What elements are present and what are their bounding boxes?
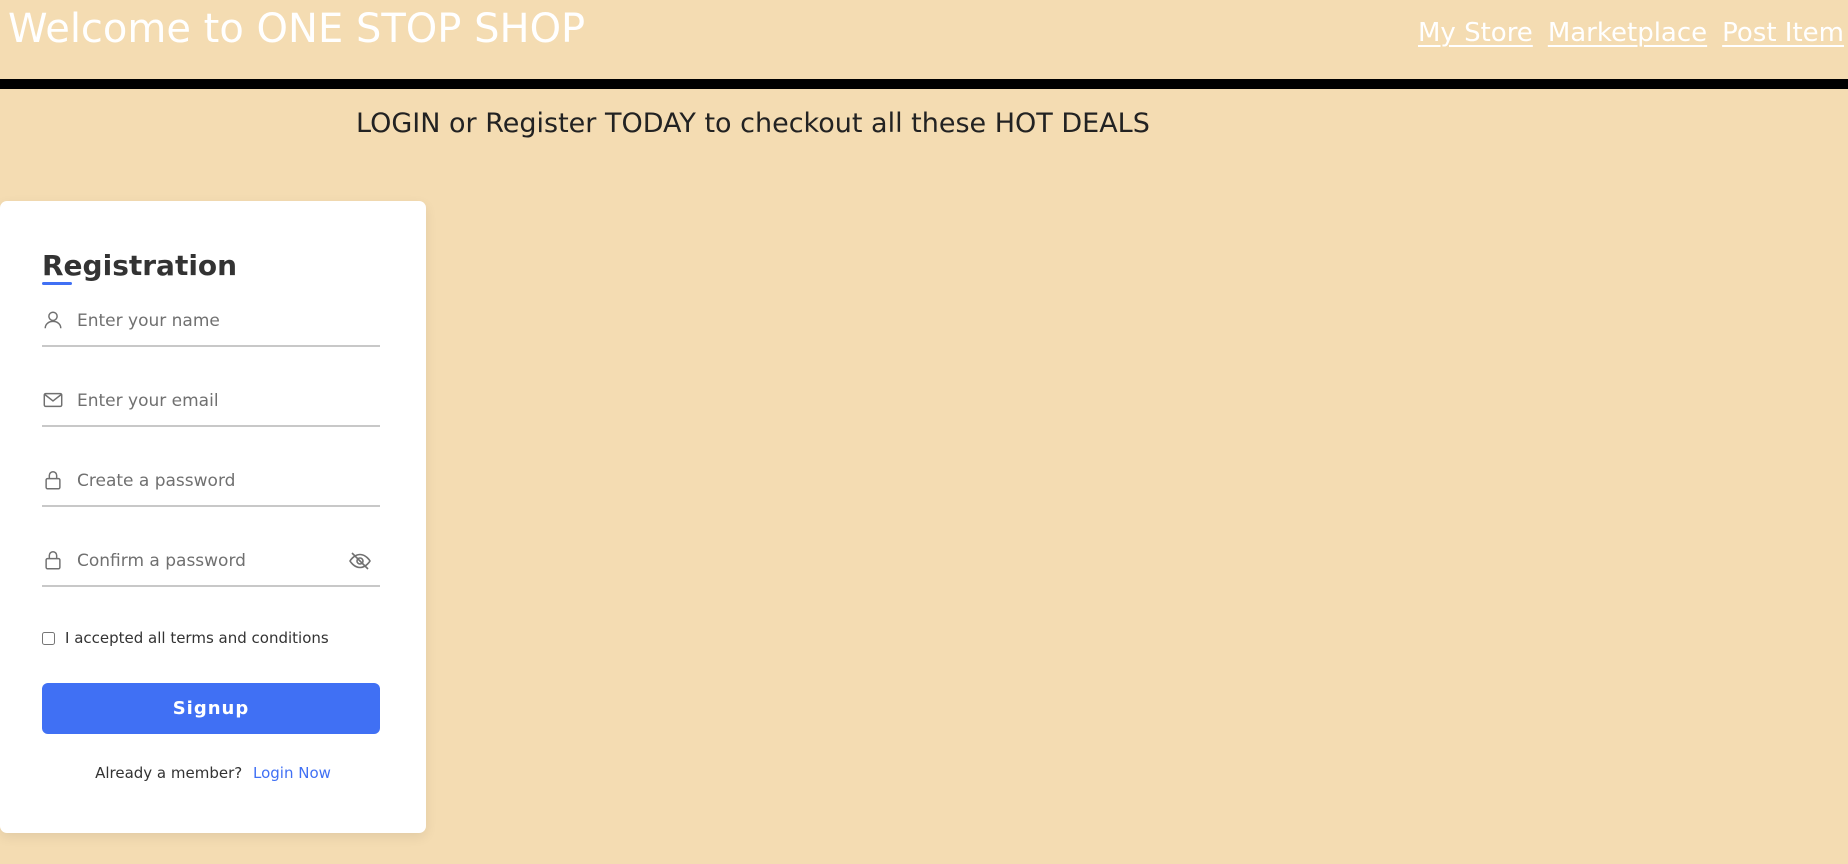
email-input[interactable] (77, 385, 337, 417)
promo-heading: LOGIN or Register TODAY to checkout all … (356, 108, 1150, 139)
nav-link-marketplace[interactable]: Marketplace (1548, 18, 1707, 48)
terms-label: I accepted all terms and conditions (65, 629, 329, 647)
nav-link-my-store[interactable]: My Store (1418, 18, 1533, 48)
password-input[interactable] (77, 465, 337, 497)
login-prompt: Already a member? Login Now (0, 764, 426, 782)
registration-title: Registration (42, 249, 238, 282)
user-icon (44, 311, 62, 329)
registration-card: Registration Enter your name Enter your … (0, 201, 426, 833)
lock-icon (45, 471, 61, 490)
signup-button[interactable]: Signup (42, 683, 380, 734)
name-field (42, 297, 380, 347)
envelope-icon (43, 392, 63, 408)
main-nav: My Store Marketplace Post Item (1418, 18, 1844, 48)
top-bar: Welcome to ONE STOP SHOP My Store Market… (0, 0, 1848, 79)
email-field (42, 377, 380, 427)
confirm-password-input[interactable] (77, 545, 337, 577)
password-field (42, 457, 380, 507)
member-text: Already a member? (95, 764, 243, 782)
site-title: Welcome to ONE STOP SHOP (8, 6, 586, 52)
terms-row: I accepted all terms and conditions (42, 629, 329, 647)
name-input[interactable] (77, 305, 337, 337)
login-now-link[interactable]: Login Now (253, 764, 331, 782)
confirm-password-field (42, 537, 380, 587)
title-underline (42, 282, 72, 285)
header-divider (0, 79, 1848, 89)
eye-slash-icon[interactable] (348, 549, 372, 573)
nav-link-post-item[interactable]: Post Item (1722, 18, 1844, 48)
terms-checkbox[interactable] (42, 631, 55, 645)
lock-icon (45, 551, 61, 570)
